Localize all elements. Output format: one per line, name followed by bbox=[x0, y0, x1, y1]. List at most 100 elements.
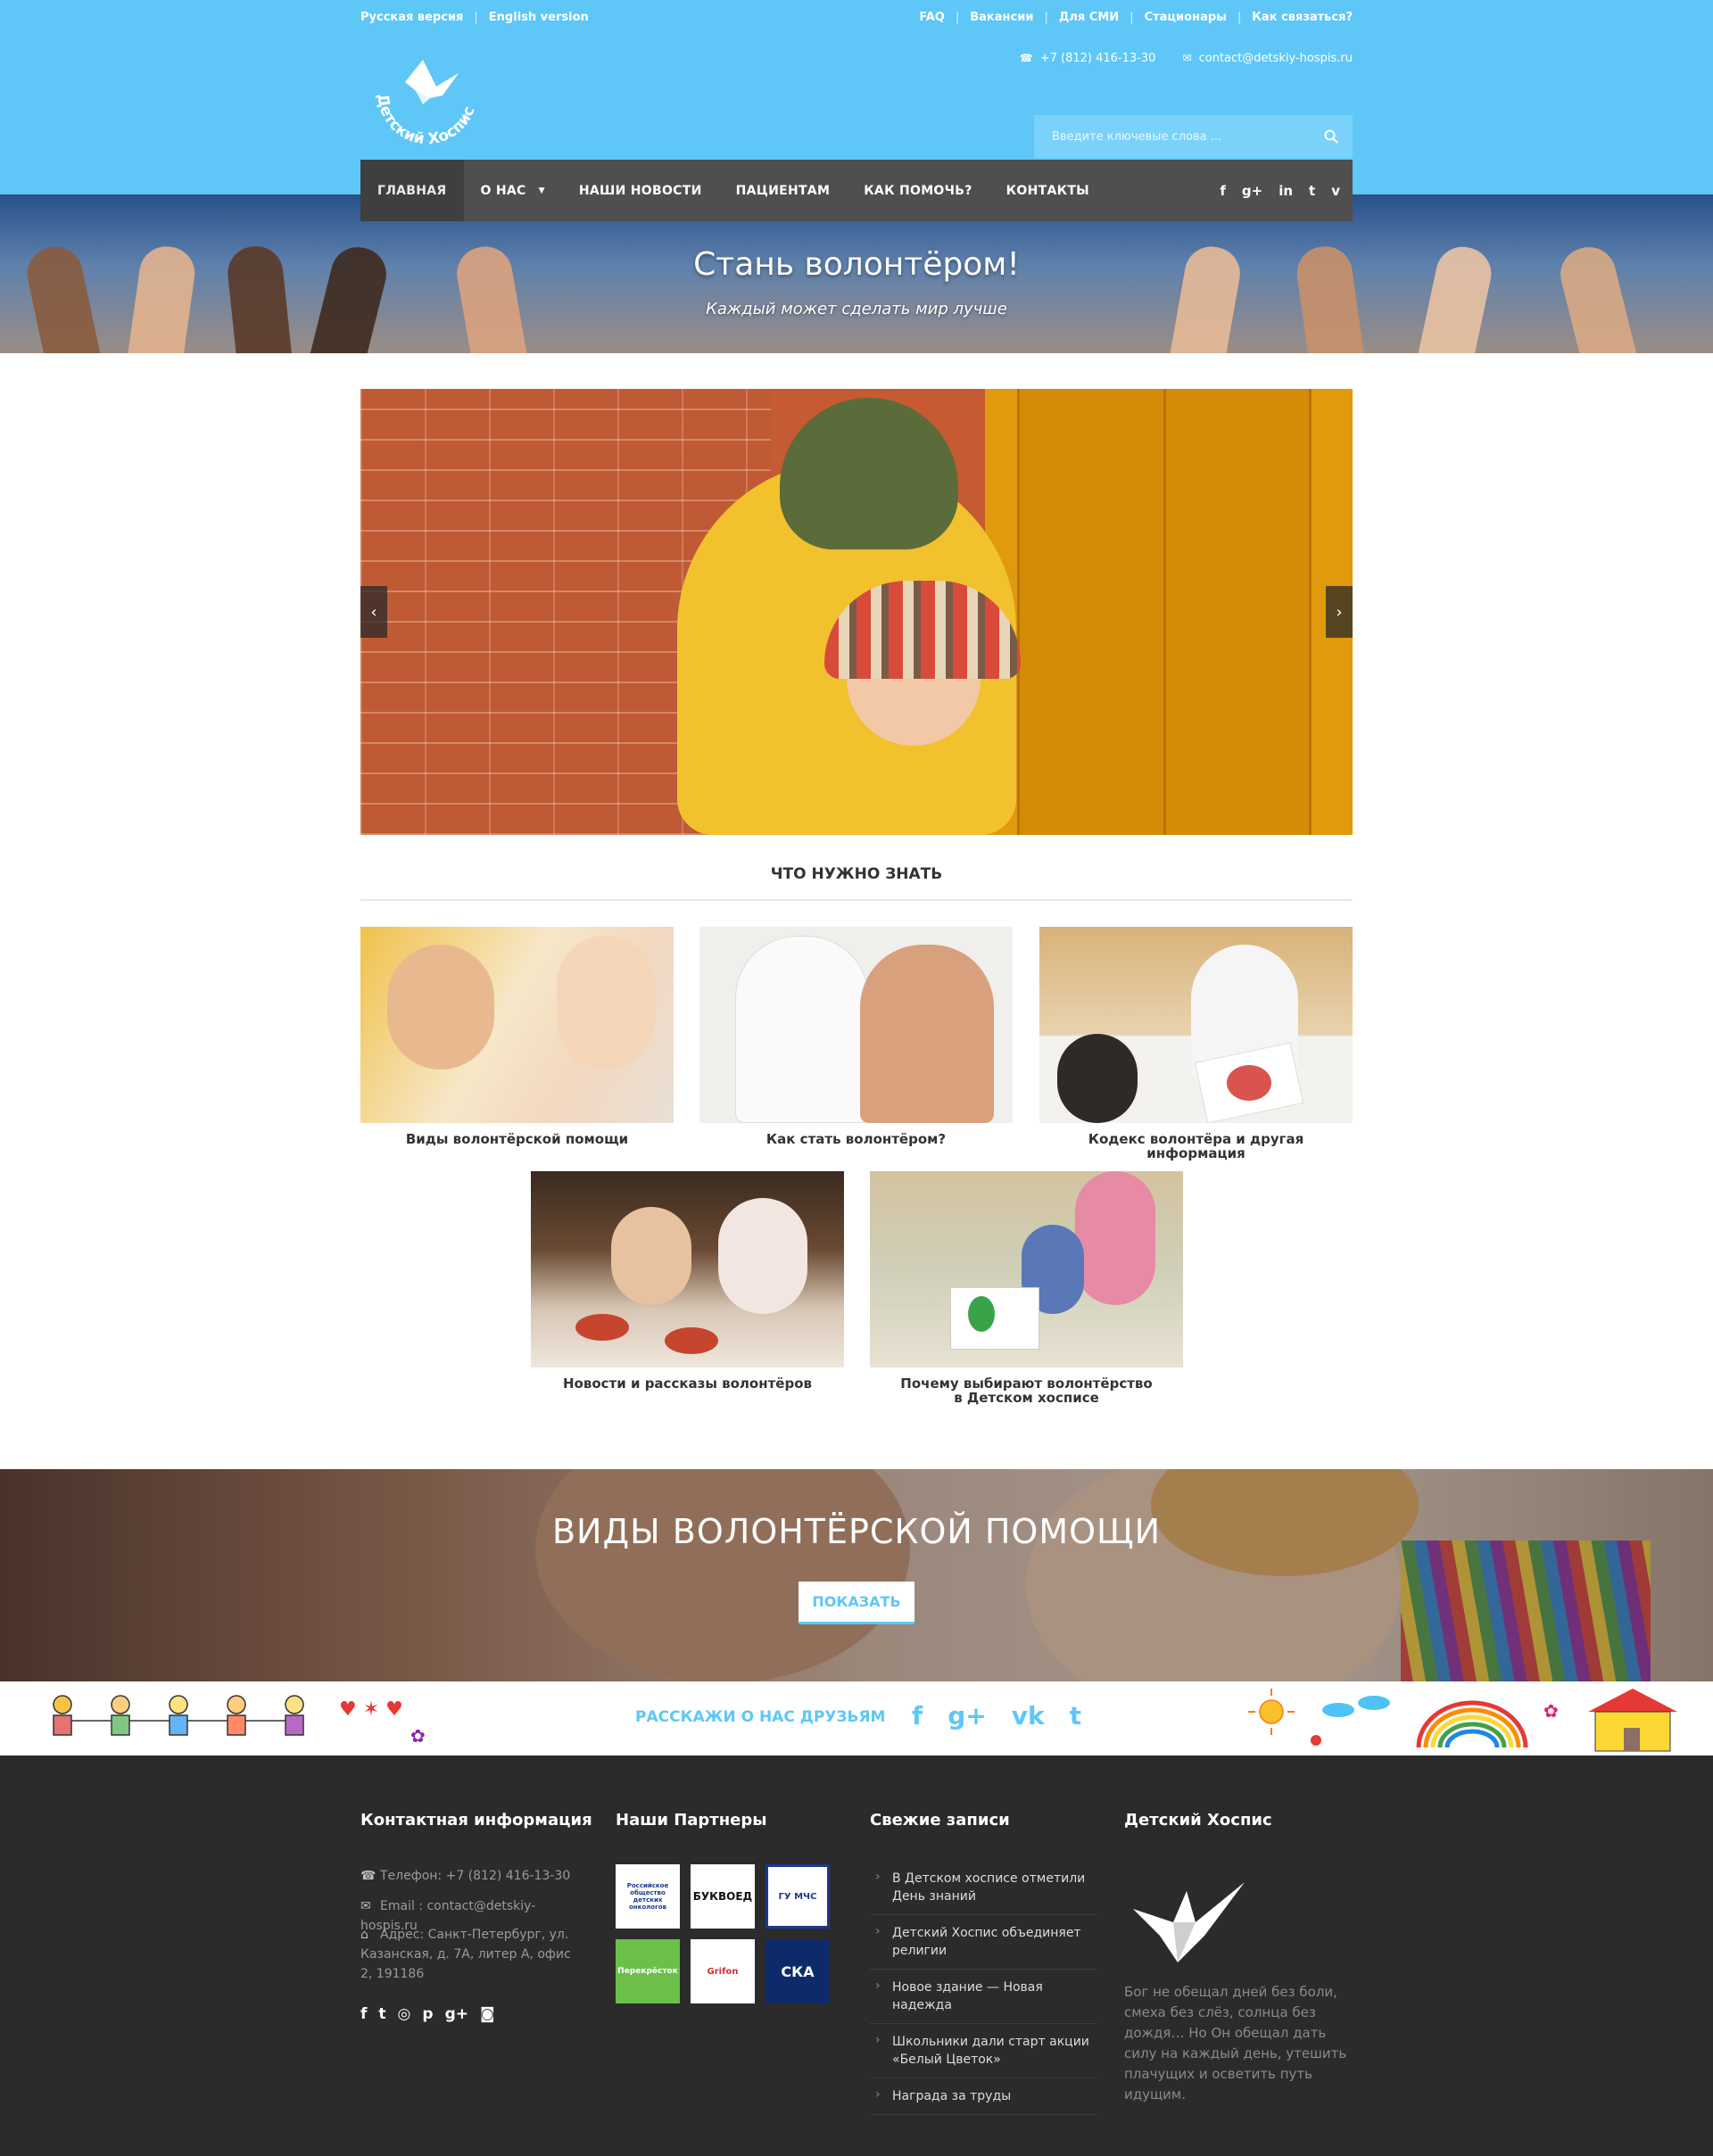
card-image bbox=[360, 927, 674, 1123]
twitter-icon[interactable]: t bbox=[1070, 1701, 1081, 1731]
card-image bbox=[870, 1171, 1183, 1367]
google-plus-icon[interactable]: g+ bbox=[948, 1701, 987, 1731]
sun-rainbow-house-doodle-icon: ✿ bbox=[1248, 1689, 1677, 1752]
twitter-icon[interactable]: t bbox=[378, 2005, 385, 2023]
partner-logo[interactable]: Российское общество детских онкологов bbox=[616, 1864, 680, 1929]
nav-item-contacts[interactable]: КОНТАКТЫ bbox=[989, 160, 1106, 221]
footer-partners-title: Наши Партнеры bbox=[616, 1811, 767, 1830]
top-link-faq[interactable]: FAQ bbox=[919, 11, 945, 24]
dribbble-icon[interactable]: ◎ bbox=[398, 2005, 411, 2023]
top-link-press[interactable]: Для СМИ bbox=[1059, 11, 1119, 24]
search-box bbox=[1034, 115, 1353, 158]
card-image-figure bbox=[1075, 1171, 1155, 1305]
top-link-contact[interactable]: Как связаться? bbox=[1252, 11, 1353, 24]
partner-logo[interactable]: ГУ МЧС bbox=[765, 1864, 830, 1929]
nav-item-about[interactable]: О НАС ▼ bbox=[464, 160, 562, 221]
card-image bbox=[1039, 927, 1353, 1123]
card-image bbox=[699, 927, 1013, 1123]
separator: | bbox=[1044, 11, 1048, 24]
partner-logo[interactable]: Перекрёсток bbox=[616, 1939, 680, 2003]
pinterest-icon[interactable]: p bbox=[422, 2005, 433, 2023]
card-caption: Новости и рассказы волонтёров bbox=[562, 1375, 812, 1392]
card-caption: Почему выбирают волонтёрство в Детском х… bbox=[900, 1375, 1153, 1406]
header-contacts: ☎ +7 (812) 416-13-30 ✉ contact@detskiy-hos… bbox=[997, 52, 1353, 65]
recent-post-link[interactable]: Детский Хоспис объединяет религии bbox=[870, 1915, 1097, 1970]
card-image bbox=[531, 1171, 844, 1367]
top-link-jobs[interactable]: Вакансии bbox=[970, 11, 1033, 24]
kids-doodle-icon: ♥ ✶ ♥ ✿ bbox=[53, 1695, 426, 1747]
language-switcher: Русская версия | English version bbox=[360, 11, 589, 24]
info-card[interactable]: Как стать волонтёром? bbox=[699, 927, 1013, 1146]
separator: | bbox=[1237, 11, 1242, 24]
slide-figure-hat bbox=[780, 398, 958, 549]
facebook-icon[interactable]: f bbox=[360, 2005, 367, 2023]
nav-item-help[interactable]: КАК ПОМОЧЬ? bbox=[847, 160, 989, 221]
home-icon: ⌂ bbox=[360, 1928, 368, 1942]
recent-post-link[interactable]: Школьники дали старт акции «Белый Цветок… bbox=[870, 2024, 1097, 2078]
twitter-icon[interactable]: t bbox=[1309, 183, 1315, 199]
vimeo-icon[interactable]: v bbox=[1331, 183, 1340, 199]
footer-address: ⌂ Адрес: Санкт-Петербург, ул. Казанская, … bbox=[360, 1925, 583, 1984]
svg-text:♥ ✶ ♥: ♥ ✶ ♥ bbox=[339, 1698, 403, 1721]
help-types-banner: ВИДЫ ВОЛОНТЁРСКОЙ ПОМОЩИ ПОКАЗАТЬ bbox=[0, 1469, 1713, 1681]
footer-contacts-title: Контактная информация bbox=[360, 1811, 592, 1830]
nav-item-home[interactable]: ГЛАВНАЯ bbox=[360, 160, 464, 221]
header-phone[interactable]: ☎ +7 (812) 416-13-30 bbox=[1020, 52, 1156, 65]
linkedin-icon[interactable]: in bbox=[1279, 183, 1293, 199]
google-plus-icon[interactable]: g+ bbox=[1242, 183, 1262, 199]
hero-subtitle: Каждый может сделать мир лучше bbox=[706, 300, 1007, 318]
partner-logo[interactable]: БУКВОЕД bbox=[691, 1864, 755, 1929]
section-title: ЧТО НУЖНО ЗНАТЬ bbox=[770, 865, 943, 883]
slider-next-button[interactable]: › bbox=[1326, 586, 1353, 638]
footer-phone: ☎ Телефон: +7 (812) 416-13-30 bbox=[360, 1866, 583, 1886]
recent-post-link[interactable]: Новое здание — Новая надежда bbox=[870, 1970, 1097, 2024]
info-card[interactable]: Виды волонтёрской помощи bbox=[360, 927, 674, 1146]
info-card[interactable]: Почему выбирают волонтёрство в Детском х… bbox=[870, 1171, 1183, 1405]
partner-logo[interactable]: СКА bbox=[765, 1939, 830, 2003]
share-social-links: f g+ vk t bbox=[912, 1701, 1106, 1731]
recent-post-link[interactable]: В Детском хосписе отметили День знаний bbox=[870, 1861, 1097, 1915]
card-image-figure bbox=[557, 936, 655, 1070]
nav-item-patients[interactable]: ПАЦИЕНТАМ bbox=[719, 160, 848, 221]
search-button[interactable] bbox=[1310, 115, 1353, 158]
info-card[interactable]: Новости и рассказы волонтёров bbox=[531, 1171, 844, 1391]
image-slider: ‹ › bbox=[360, 389, 1353, 835]
search-input[interactable] bbox=[1034, 115, 1311, 158]
card-caption: Виды волонтёрской помощи bbox=[405, 1131, 629, 1147]
caret-down-icon: ▼ bbox=[538, 186, 545, 195]
card-image-drawing bbox=[968, 1296, 995, 1332]
facebook-icon[interactable]: f bbox=[1220, 183, 1226, 199]
vk-icon[interactable]: vk bbox=[1012, 1701, 1045, 1731]
main-navigation: ГЛАВНАЯ О НАС ▼ НАШИ НОВОСТИ ПАЦИЕНТАМ КА… bbox=[360, 160, 1353, 221]
show-button[interactable]: ПОКАЗАТЬ bbox=[799, 1582, 914, 1624]
slider-prev-button[interactable]: ‹ bbox=[360, 586, 387, 638]
info-card[interactable]: Кодекс волонтёра и другая информация bbox=[1039, 927, 1353, 1161]
partner-logo[interactable]: Grifon bbox=[691, 1939, 755, 2003]
header-email-text: contact@detskiy-hospis.ru bbox=[1198, 52, 1353, 65]
lang-ru-link[interactable]: Русская версия bbox=[360, 11, 463, 24]
separator: | bbox=[955, 11, 960, 24]
crane-logo-icon bbox=[1133, 1882, 1245, 1962]
chevron-left-icon: ‹ bbox=[370, 602, 377, 622]
share-strip: ♥ ✶ ♥ ✿ РАССКАЖИ О НАС ДРУЗЬЯМ f g+ vk t… bbox=[0, 1681, 1713, 1755]
google-plus-icon[interactable]: g+ bbox=[445, 2005, 468, 2023]
instagram-icon[interactable]: ◙ bbox=[480, 2005, 495, 2023]
chevron-right-icon: › bbox=[1336, 602, 1343, 622]
door-divider bbox=[1163, 389, 1166, 835]
footer-posts-title: Свежие записи bbox=[870, 1811, 1010, 1830]
nav-item-about-label: О НАС bbox=[480, 183, 526, 198]
crane-logo-icon: Детский Хоспис bbox=[373, 60, 479, 145]
nav-item-news[interactable]: НАШИ НОВОСТИ bbox=[562, 160, 719, 221]
site-logo[interactable]: Детский Хоспис bbox=[360, 55, 485, 145]
facebook-icon[interactable]: f bbox=[912, 1701, 923, 1731]
nav-social-links: f g+ in t v bbox=[1204, 160, 1340, 221]
recent-post-link[interactable]: Награда за труды bbox=[870, 2078, 1097, 2115]
card-caption: Кодекс волонтёра и другая информация bbox=[1088, 1131, 1304, 1161]
svg-text:✿: ✿ bbox=[1543, 1700, 1559, 1722]
lang-en-link[interactable]: English version bbox=[489, 11, 589, 24]
top-link-hospitals[interactable]: Стационары bbox=[1145, 11, 1227, 24]
card-image-figure bbox=[860, 945, 994, 1123]
footer-address-text: Адрес: Санкт-Петербург, ул. Казанская, д… bbox=[360, 1928, 571, 1981]
header-email[interactable]: ✉ contact@detskiy-hospis.ru bbox=[1183, 52, 1353, 65]
top-links: FAQ | Вакансии | Для СМИ | Стационары | Как связ… bbox=[919, 11, 1353, 24]
